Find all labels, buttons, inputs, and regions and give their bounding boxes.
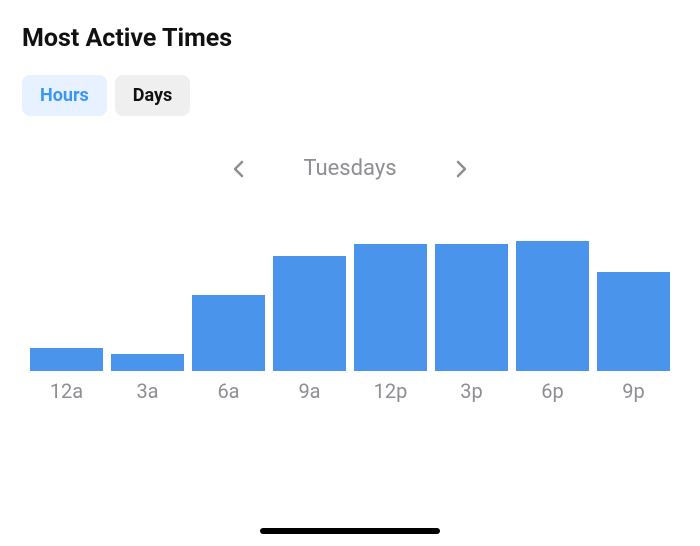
chevron-right-icon[interactable]	[450, 157, 474, 181]
x-tick-label: 12p	[354, 379, 427, 403]
bar[interactable]	[354, 244, 427, 371]
bar[interactable]	[30, 348, 103, 371]
tabs-group: Hours Days	[22, 75, 678, 116]
bar[interactable]	[597, 272, 670, 371]
bar[interactable]	[516, 241, 589, 371]
x-axis-labels: 12a 3a 6a 9a 12p 3p 6p 9p	[30, 379, 670, 403]
day-label: Tuesdays	[290, 156, 410, 181]
x-tick-label: 12a	[30, 379, 103, 403]
tab-days[interactable]: Days	[115, 75, 191, 116]
bar[interactable]	[435, 244, 508, 371]
bar[interactable]	[273, 256, 346, 371]
bar-row	[30, 231, 670, 371]
chart-area: 12a 3a 6a 9a 12p 3p 6p 9p	[22, 231, 678, 403]
day-navigator: Tuesdays	[22, 156, 678, 181]
bar[interactable]	[192, 295, 265, 371]
x-tick-label: 3p	[435, 379, 508, 403]
page-title: Most Active Times	[22, 24, 678, 53]
x-tick-label: 6p	[516, 379, 589, 403]
x-tick-label: 9a	[273, 379, 346, 403]
x-tick-label: 9p	[597, 379, 670, 403]
x-tick-label: 3a	[111, 379, 184, 403]
chevron-left-icon[interactable]	[226, 157, 250, 181]
home-indicator	[260, 528, 440, 534]
tab-hours[interactable]: Hours	[22, 75, 107, 116]
x-tick-label: 6a	[192, 379, 265, 403]
bar[interactable]	[111, 354, 184, 371]
